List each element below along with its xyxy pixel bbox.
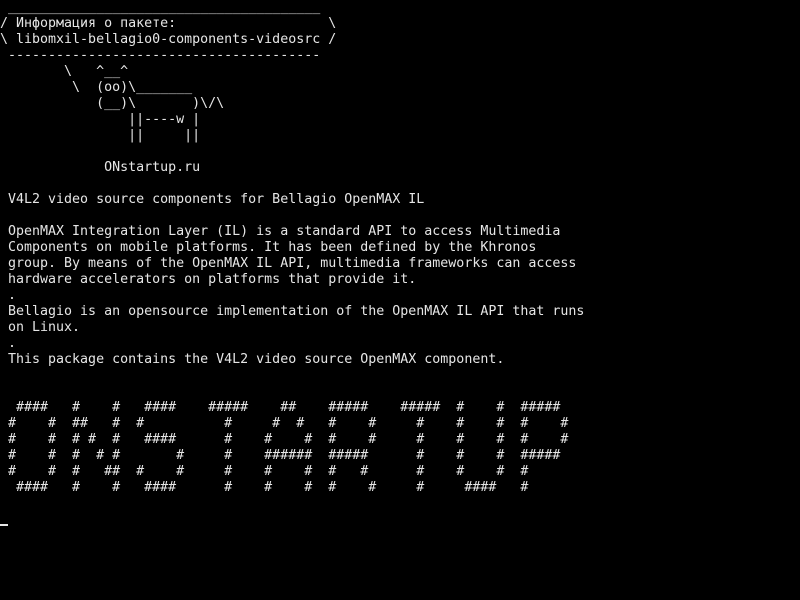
cowsay-speech-bubble: _______________________________________ …	[0, 0, 337, 63]
terminal-cursor[interactable]	[0, 524, 8, 526]
site-name: ONstartup.ru	[0, 160, 201, 175]
terminal-screen: _______________________________________ …	[0, 0, 800, 600]
ascii-banner: #### # # #### ##### ## ##### ##### # # #…	[8, 400, 569, 495]
package-description: V4L2 video source components for Bellagi…	[8, 192, 585, 367]
ascii-cow: \ ^__^ \ (oo)\_______ (__)\ )\/\ ||----w…	[64, 64, 225, 143]
